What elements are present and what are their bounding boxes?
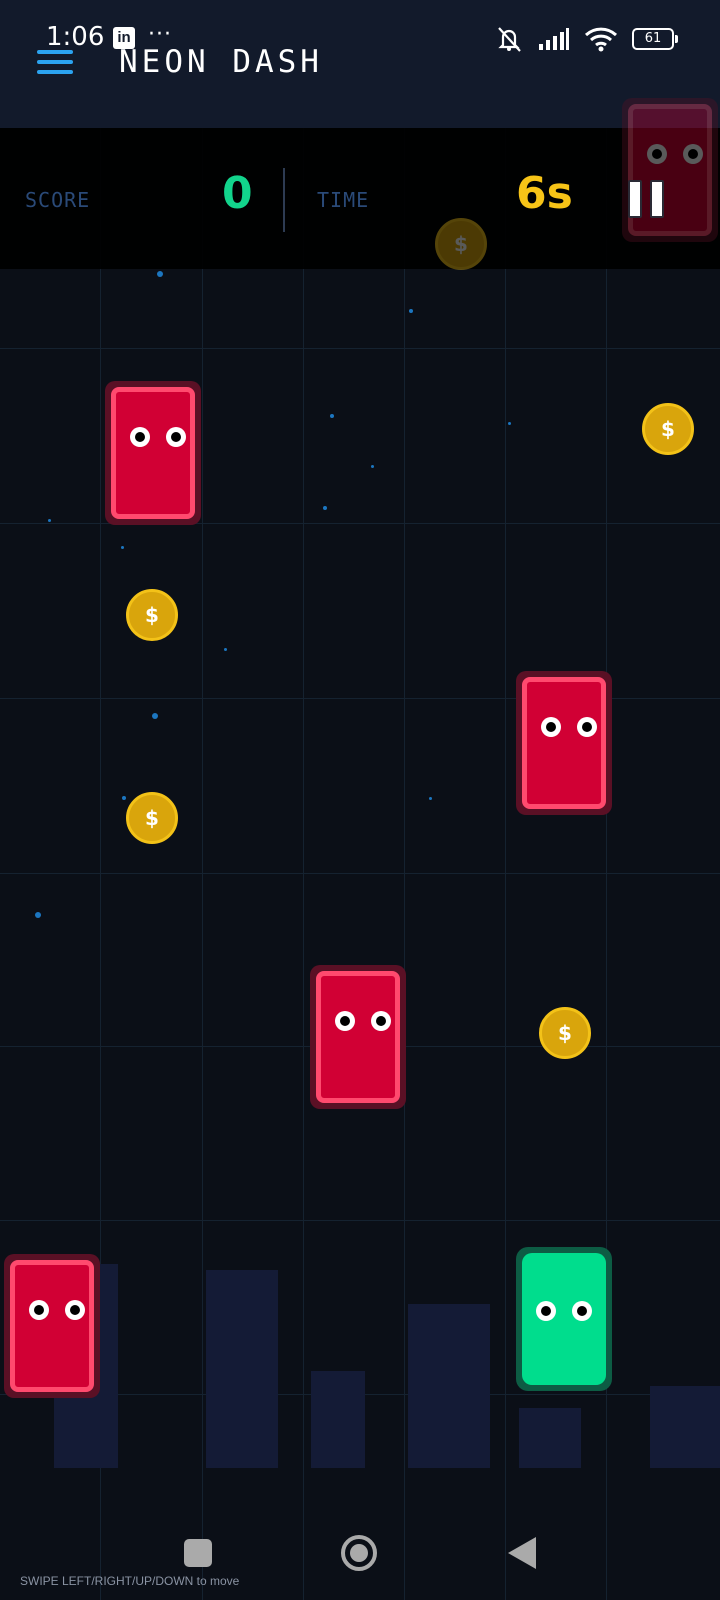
coin: $	[126, 589, 178, 641]
wifi-icon	[584, 27, 618, 52]
player-eye	[572, 1301, 592, 1321]
background-building	[650, 1386, 720, 1468]
star	[48, 519, 51, 522]
hud-divider	[283, 168, 285, 232]
time-value: 6s	[516, 168, 573, 219]
star	[35, 912, 41, 918]
star	[409, 309, 413, 313]
enemy-eye	[29, 1300, 49, 1320]
enemy-eye	[130, 427, 150, 447]
signal-icon	[539, 28, 569, 50]
home-button[interactable]	[341, 1535, 377, 1571]
background-building	[311, 1371, 365, 1468]
silent-mode-icon	[498, 27, 521, 52]
time-label: TIME	[317, 188, 370, 212]
enemy-eye	[166, 427, 186, 447]
enemy-eye	[371, 1011, 391, 1031]
star	[122, 796, 126, 800]
enemy-block	[516, 671, 612, 815]
app-top-bar: 1:06 in ··· 61 NEON DASH	[0, 0, 720, 128]
player-eye	[536, 1301, 556, 1321]
grid-line	[0, 348, 720, 349]
pause-button[interactable]	[628, 180, 668, 220]
background-building	[206, 1270, 278, 1468]
control-hint: SWIPE LEFT/RIGHT/UP/DOWN to move	[20, 1574, 240, 1588]
score-label: SCORE	[25, 188, 91, 212]
star	[508, 422, 511, 425]
star	[224, 648, 227, 651]
star	[371, 465, 374, 468]
score-value: 0	[222, 168, 253, 219]
game-field[interactable]: $ $ $ $	[0, 128, 720, 1600]
enemy-eye	[647, 144, 667, 164]
hamburger-menu-icon[interactable]	[37, 50, 73, 76]
enemy-eye	[577, 717, 597, 737]
status-icons: 61	[494, 24, 678, 54]
player-block	[516, 1247, 612, 1391]
pause-icon	[650, 180, 664, 218]
enemy-block	[4, 1254, 100, 1398]
coin: $	[642, 403, 694, 455]
battery-icon: 61	[632, 28, 678, 50]
coin: $	[126, 792, 178, 844]
enemy-eye	[541, 717, 561, 737]
enemy-eye	[65, 1300, 85, 1320]
coin: $	[435, 218, 487, 270]
enemy-block	[310, 965, 406, 1109]
enemy-block	[622, 98, 718, 242]
back-button[interactable]	[508, 1537, 536, 1569]
star	[121, 546, 124, 549]
grid-line	[0, 873, 720, 874]
enemy-eye	[683, 144, 703, 164]
status-time: 1:06	[46, 22, 105, 52]
coin: $	[539, 1007, 591, 1059]
score-hud: $ SCORE 0 TIME 6s	[0, 98, 720, 270]
star	[330, 414, 334, 418]
background-building	[519, 1408, 581, 1468]
recent-apps-button[interactable]	[184, 1539, 212, 1567]
star	[157, 271, 163, 277]
app-title: NEON DASH	[119, 44, 323, 80]
pause-icon	[628, 180, 642, 218]
star	[152, 713, 158, 719]
enemy-eye	[335, 1011, 355, 1031]
grid-line	[0, 698, 720, 699]
star	[429, 797, 432, 800]
grid-line	[0, 1220, 720, 1221]
enemy-block	[105, 381, 201, 525]
star	[323, 506, 327, 510]
background-building	[408, 1304, 490, 1468]
grid-line	[0, 523, 720, 524]
